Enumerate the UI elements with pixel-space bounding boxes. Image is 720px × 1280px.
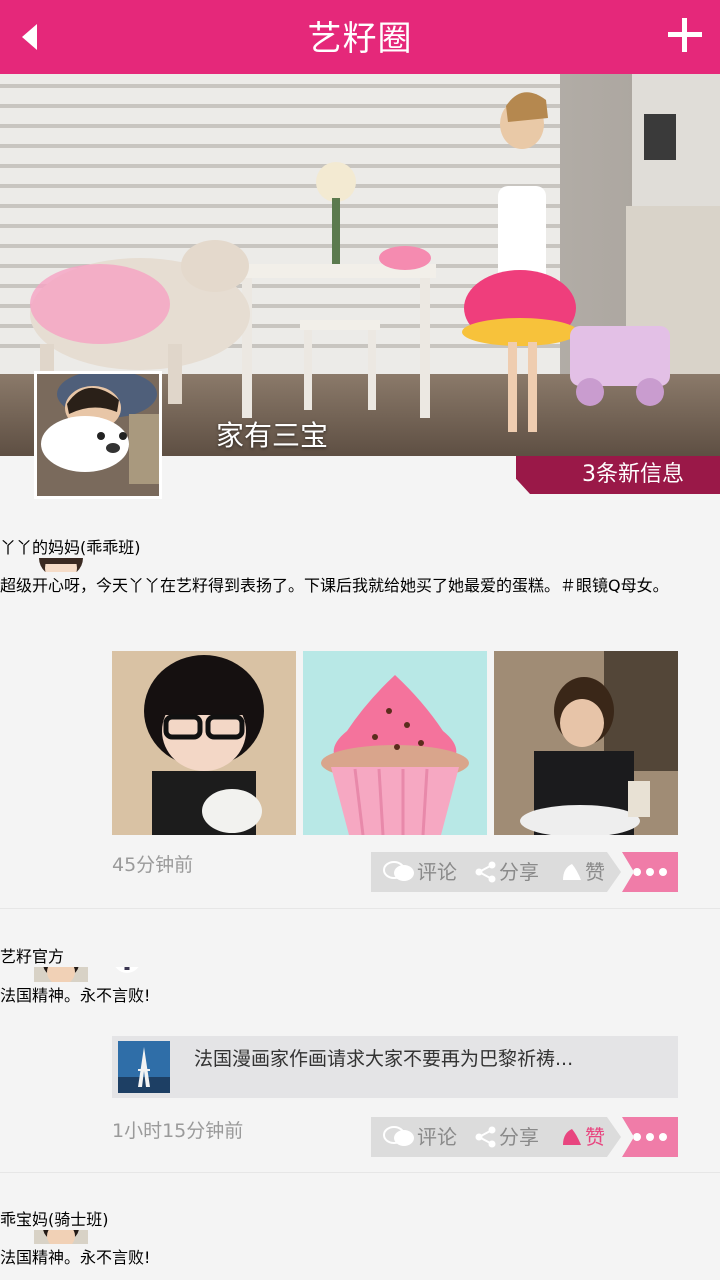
- cover-avatar[interactable]: [34, 371, 162, 499]
- post-photos: [112, 651, 678, 835]
- post-text: 法国精神。永不言败!: [0, 982, 720, 1006]
- new-messages-badge[interactable]: 3条新信息: [516, 456, 720, 494]
- post-time: 45分钟前: [112, 854, 194, 876]
- add-post-button[interactable]: [664, 14, 706, 56]
- comment-label: 评论: [417, 860, 457, 884]
- post-photo[interactable]: [303, 651, 487, 835]
- post-text: 超级开心呀，今天丫丫在艺籽得到表扬了。下课后我就给她买了她最爱的蛋糕。＃眼镜Q母…: [0, 572, 720, 596]
- post-text: 法国精神。永不言败!: [0, 1244, 720, 1268]
- share-button[interactable]: 分享: [475, 1117, 539, 1157]
- shared-link-card[interactable]: 法国漫画家作画请求大家不要再为巴黎祈祷...: [112, 1036, 678, 1098]
- comment-icon: [383, 861, 414, 881]
- page-title: 艺籽圈: [307, 19, 413, 59]
- share-icon: [475, 1126, 496, 1148]
- post-author-name[interactable]: 丫丫的妈妈(乖乖班): [0, 534, 720, 558]
- eiffel-tower-image: [118, 1041, 170, 1093]
- post-photo[interactable]: [494, 651, 678, 835]
- more-icon: [633, 868, 641, 876]
- mom-photo: [494, 651, 678, 835]
- post-actions: 评论 分享 赞: [371, 852, 621, 892]
- shared-link-thumbnail: [118, 1041, 170, 1093]
- share-label: 分享: [499, 1125, 539, 1149]
- comment-button[interactable]: 评论: [383, 1117, 457, 1157]
- like-label: 赞: [585, 1125, 605, 1149]
- comment-label: 评论: [417, 1125, 457, 1149]
- post-author-name[interactable]: 艺籽官方: [0, 943, 720, 967]
- girl-photo: [112, 651, 296, 835]
- post-photo[interactable]: [112, 651, 296, 835]
- like-label: 赞: [585, 860, 605, 884]
- post-time: 1小时15分钟前: [112, 1120, 244, 1142]
- more-icon: [633, 1133, 641, 1141]
- cover-avatar-image: [37, 374, 159, 496]
- comment-icon: [383, 1126, 414, 1146]
- shared-link-title: 法国漫画家作画请求大家不要再为巴黎祈祷...: [194, 1048, 574, 1070]
- like-button[interactable]: 赞: [561, 1117, 605, 1157]
- post-actions: 评论 分享 赞: [371, 1117, 621, 1157]
- cover-name: 家有三宝: [216, 419, 329, 452]
- more-button[interactable]: [622, 852, 678, 892]
- top-bar: 艺籽圈: [0, 0, 720, 74]
- like-icon: [563, 864, 581, 880]
- comment-button[interactable]: 评论: [383, 852, 457, 892]
- plus-icon: [668, 18, 702, 52]
- share-label: 分享: [499, 860, 539, 884]
- like-icon: [563, 1129, 581, 1145]
- share-icon: [475, 861, 496, 883]
- post-divider: [0, 908, 720, 909]
- more-button[interactable]: [622, 1117, 678, 1157]
- cupcake-photo: [303, 651, 487, 835]
- like-button[interactable]: 赞: [561, 852, 605, 892]
- post-divider: [0, 1172, 720, 1173]
- post-author-name[interactable]: 乖宝妈(骑士班): [0, 1206, 720, 1230]
- share-button[interactable]: 分享: [475, 852, 539, 892]
